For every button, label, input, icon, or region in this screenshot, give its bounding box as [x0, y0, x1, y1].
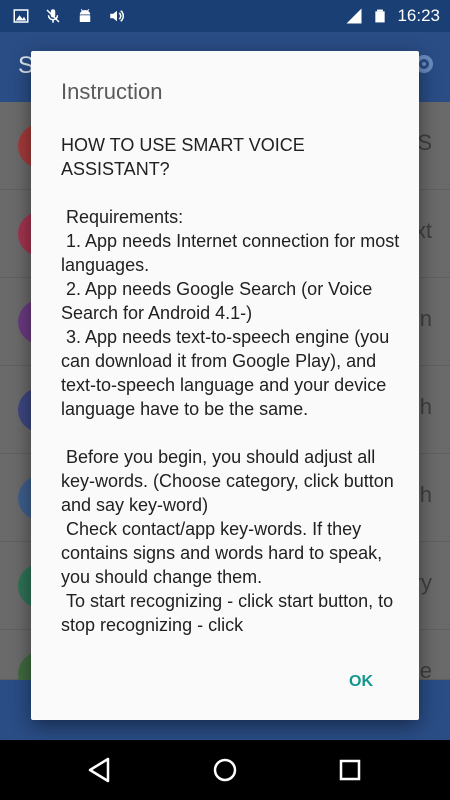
dialog-title: Instruction: [61, 79, 163, 104]
list-item-label: S: [417, 130, 432, 155]
list-item-label: n: [419, 306, 432, 331]
list-item-label: h: [419, 394, 432, 419]
android-icon: [79, 8, 91, 22]
battery-icon: [375, 9, 386, 23]
instruction-dialog: Instruction HOW TO USE SMART VOICE ASSIS…: [31, 51, 419, 720]
home-icon[interactable]: [209, 754, 241, 786]
mic-off-icon: [46, 9, 60, 23]
list-item-label: h: [419, 482, 432, 507]
dialog-message[interactable]: HOW TO USE SMART VOICE ASSISTANT? Requir…: [61, 133, 401, 641]
signal-icon: [346, 8, 362, 24]
status-time: 16:23: [397, 6, 440, 25]
navigation-bar: [0, 740, 450, 800]
status-bar: 16:23: [0, 0, 450, 32]
volume-icon: [110, 10, 124, 22]
recents-icon[interactable]: [334, 754, 366, 786]
image-icon: [13, 9, 29, 23]
back-icon[interactable]: [84, 754, 116, 786]
ok-button[interactable]: OK: [343, 669, 379, 695]
